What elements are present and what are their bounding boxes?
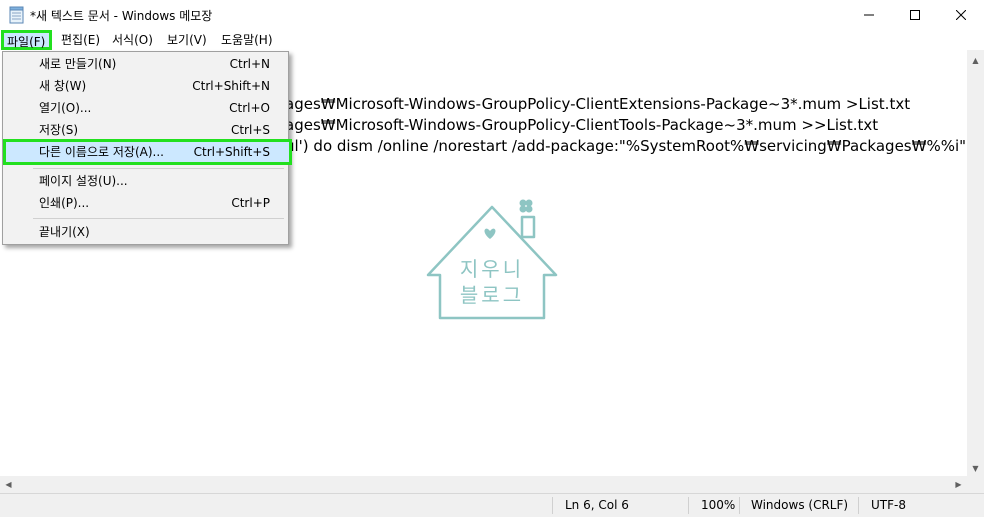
menu-item-save-as[interactable]: 다른 이름으로 저장(A)... Ctrl+Shift+S [3,139,292,165]
watermark-logo: 지우니 블로그 [426,195,558,320]
menu-item-open[interactable]: 열기(O)... Ctrl+O [5,97,286,119]
maximize-button[interactable] [892,0,938,30]
menu-item-print[interactable]: 인쇄(P)... Ctrl+P [5,192,286,214]
menu-item-shortcut: Ctrl+P [231,196,270,210]
close-button[interactable] [938,0,984,30]
scrollbar-corner [967,476,984,493]
menu-help[interactable]: 도움말(H) [221,30,273,50]
menu-item-label: 열기(O)... [39,101,92,115]
status-divider [552,497,553,514]
menu-file[interactable]: 파일(F) [1,30,52,50]
horizontal-scrollbar[interactable]: ◀ ▶ [0,476,967,493]
menu-item-label: 새 창(W) [39,79,87,93]
menu-item-shortcut: Ctrl+O [229,101,270,115]
maximize-icon [910,10,920,20]
menu-item-new-window[interactable]: 새 창(W) Ctrl+Shift+N [5,75,286,97]
menu-item-label: 저장(S) [39,123,79,137]
scroll-right-icon[interactable]: ▶ [950,476,967,493]
minimize-icon [864,14,874,16]
status-divider [688,497,689,514]
notepad-icon [9,6,24,24]
watermark-line-2: 블로그 [459,283,525,307]
vertical-scrollbar[interactable]: ▲ ▼ [967,50,984,493]
file-menu-dropdown: 새로 만들기(N) Ctrl+N 새 창(W) Ctrl+Shift+N 열기(… [2,51,292,245]
menu-item-shortcut: Ctrl+Shift+S [193,145,270,159]
status-bar: Ln 6, Col 6 100% Windows (CRLF) UTF-8 [0,493,984,517]
scroll-left-icon[interactable]: ◀ [0,476,17,493]
window-title: *새 텍스트 문서 - Windows 메모장 [30,9,213,23]
menu-item-save[interactable]: 저장(S) Ctrl+S [5,119,286,141]
scroll-up-icon[interactable]: ▲ [967,52,984,69]
status-zoom: 100% [701,498,736,512]
editor-line-1: ages₩Microsoft-Windows-GroupPolicy-Clien… [285,95,911,113]
editor-line-2: ages₩Microsoft-Windows-GroupPolicy-Clien… [285,116,879,134]
menu-item-shortcut: Ctrl+Shift+N [192,79,270,93]
menu-item-label: 새로 만들기(N) [39,57,117,71]
menu-item-shortcut: Ctrl+N [229,57,270,71]
title-bar[interactable]: *새 텍스트 문서 - Windows 메모장 [0,0,984,30]
menu-view[interactable]: 보기(V) [167,30,207,50]
editor-line-3: ul') do dism /online /norestart /add-pac… [285,137,967,155]
menu-item-label: 인쇄(P)... [39,196,90,210]
status-position: Ln 6, Col 6 [565,498,629,512]
menu-item-new[interactable]: 새로 만들기(N) Ctrl+N [5,53,286,75]
watermark-line-1: 지우니 [459,257,525,281]
minimize-button[interactable] [846,0,892,30]
menu-separator [33,168,284,169]
menu-item-page-setup[interactable]: 페이지 설정(U)... [5,170,286,192]
menu-item-label: 다른 이름으로 저장(A)... [39,145,164,159]
menu-item-exit[interactable]: 끝내기(X) [5,221,286,243]
close-icon [956,10,966,20]
menu-item-label: 끝내기(X) [39,225,90,239]
status-line-ending: Windows (CRLF) [751,498,849,512]
menu-item-label: 페이지 설정(U)... [39,174,128,188]
status-divider [858,497,859,514]
menu-bar: 파일(F) 편집(E) 서식(O) 보기(V) 도움말(H) [0,30,984,50]
status-divider [739,497,740,514]
menu-item-shortcut: Ctrl+S [230,123,270,137]
menu-format[interactable]: 서식(O) [112,30,153,50]
menu-edit[interactable]: 편집(E) [61,30,100,50]
status-encoding: UTF-8 [871,498,906,512]
menu-separator [33,218,284,219]
scroll-down-icon[interactable]: ▼ [967,460,984,477]
